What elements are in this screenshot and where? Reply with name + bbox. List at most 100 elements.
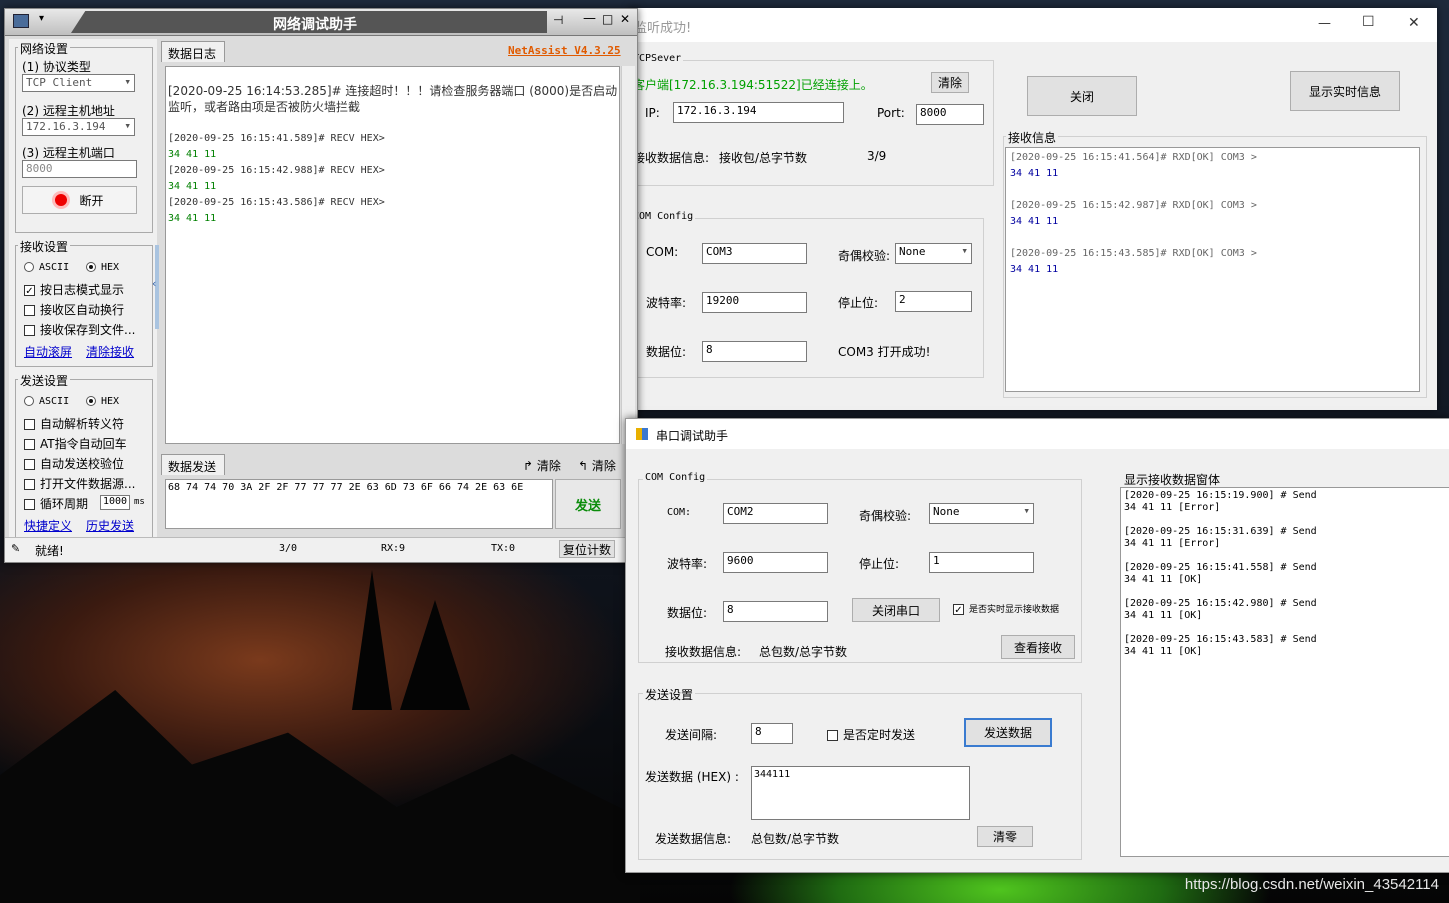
recv-ascii-radio[interactable]: ASCII (24, 260, 69, 273)
ip-input[interactable]: 172.16.3.194 (673, 102, 844, 123)
port-input[interactable]: 8000 (22, 160, 137, 178)
send-button[interactable]: 发送 (555, 479, 621, 529)
display-log-line: 34 41 11 [OK] (1124, 610, 1203, 621)
parity-select[interactable]: None (895, 243, 972, 264)
send-data-input[interactable]: 68 74 74 70 3A 2F 2F 77 77 77 2E 63 6D 7… (165, 479, 553, 529)
checksum-checkbox[interactable]: 自动发送校验位 (24, 455, 124, 472)
display-log-line: 34 41 11 [OK] (1124, 646, 1203, 657)
send-tab[interactable]: 数据发送 (161, 454, 225, 475)
send-info-desc: 总包数/总字节数 (751, 832, 840, 846)
disconnect-button[interactable]: 断开 (22, 186, 137, 214)
serial-com-group-label: COM Config (643, 472, 708, 483)
log-line: [2020-09-25 16:15:41.589]# RECV HEX> (168, 133, 385, 144)
interval-input[interactable]: 8 (751, 723, 793, 744)
file-source-checkbox[interactable]: 打开文件数据源... (24, 475, 135, 492)
maximize-icon[interactable]: □ (602, 12, 613, 26)
clear-send-button[interactable]: ↱ 清除 (523, 457, 561, 474)
port-input[interactable]: 8000 (916, 104, 984, 125)
baud-input[interactable]: 9600 (723, 552, 828, 573)
close-button[interactable]: 关闭 (1027, 76, 1137, 116)
stop-input[interactable]: 2 (895, 291, 972, 312)
mountain-silhouette (0, 690, 640, 903)
clear-zero-button[interactable]: 清零 (977, 826, 1033, 847)
recv-hex-radio[interactable]: HEX (86, 260, 119, 273)
protocol-label: (1) 协议类型 (22, 60, 91, 74)
netassist-titlebar[interactable]: ▾ 网络调试助手 ⊣ — □ ✕ (5, 9, 637, 36)
app-icon (636, 428, 648, 440)
clear-send-label: 清除 (536, 459, 561, 473)
client-connected-msg: 客户端[172.16.3.194:51522]已经连接上。 (633, 78, 873, 92)
parity-select[interactable]: None (929, 503, 1034, 524)
send-ascii-radio[interactable]: ASCII (24, 394, 69, 407)
minimize-icon[interactable]: — (583, 11, 596, 26)
at-cr-checkbox[interactable]: AT指令自动回车 (24, 435, 127, 452)
app-menu-icon[interactable] (13, 14, 29, 28)
escape-checkbox[interactable]: 自动解析转义符 (24, 415, 124, 432)
tree-silhouette (352, 570, 392, 710)
recv-log-line: [2020-09-25 16:15:42.987]# RXD[OK] COM3 … (1010, 200, 1257, 211)
pin-icon[interactable]: ⊣ (553, 13, 563, 27)
cycle-checkbox[interactable]: 循环周期 (24, 495, 88, 512)
protocol-select[interactable]: TCP Client (22, 74, 135, 92)
send-data-button[interactable]: 发送数据 (964, 718, 1052, 747)
close-port-button[interactable]: 关闭串口 (852, 598, 940, 622)
serial-titlebar[interactable]: 串口调试助手 (626, 419, 1449, 449)
host-select[interactable]: 172.16.3.194 (22, 118, 135, 136)
quick-define-link[interactable]: 快捷定义 (24, 517, 72, 534)
send-hex-input[interactable]: 344111 (751, 766, 970, 820)
serial-com-group: COM Config COM: COM2 奇偶校验: None 波特率: 960… (638, 472, 1082, 663)
view-recv-button[interactable]: 查看接收 (1001, 635, 1075, 659)
recv-log-line: 34 41 11 (1010, 264, 1059, 275)
clear-recv-link[interactable]: 清除接收 (86, 343, 134, 360)
clear-button[interactable]: 清除 (931, 72, 969, 93)
send-hex-radio[interactable]: HEX (86, 394, 119, 407)
maximize-icon[interactable]: ☐ (1362, 14, 1375, 30)
port-label: (3) 远程主机端口 (22, 146, 115, 160)
com-label: COM: (667, 507, 692, 518)
stop-input[interactable]: 1 (929, 552, 1034, 573)
com-input[interactable]: COM3 (702, 243, 807, 264)
clear-arrow-icon: ↰ (578, 459, 589, 473)
data-bits-input[interactable]: 8 (702, 341, 807, 362)
recv-log-line: [2020-09-25 16:15:41.564]# RXD[OK] COM3 … (1010, 152, 1257, 163)
recv-info-value: 3/9 (867, 149, 887, 163)
log-area[interactable]: [2020-09-25 16:14:53.285]# 连接超时！！！请检查服务器… (165, 66, 620, 444)
serial-send-group-label: 发送设置 (643, 686, 696, 703)
display-log-line: [2020-09-25 16:15:31.639] # Send (1124, 526, 1317, 537)
timer-send-checkbox[interactable]: 是否定时发送 (827, 726, 915, 743)
data-bits-label: 数据位: (646, 345, 687, 359)
log-scrollbar[interactable]: ⌄ (621, 66, 635, 444)
clear-send-button-2[interactable]: ↰ 清除 (578, 457, 616, 474)
reset-count-button[interactable]: 复位计数 (559, 540, 615, 558)
send-history-link[interactable]: 历史发送 (86, 517, 134, 534)
host-label: (2) 远程主机地址 (22, 104, 115, 118)
tcp-server-group-label: TCPSever (631, 53, 684, 64)
save-to-file-checkbox[interactable]: 接收保存到文件... (24, 321, 135, 338)
data-bits-input[interactable]: 8 (723, 601, 828, 622)
chevron-left-icon[interactable]: ‹ (152, 277, 156, 290)
log-tab[interactable]: 数据日志 (161, 41, 225, 62)
display-log-line: [2020-09-25 16:15:42.980] # Send (1124, 598, 1317, 609)
log-line: [2020-09-25 16:15:42.988]# RECV HEX> (168, 165, 385, 176)
minimize-icon[interactable]: — (1318, 16, 1331, 31)
left-panel: 网络设置 (1) 协议类型 TCP Client (2) 远程主机地址 172.… (9, 39, 157, 539)
log-mode-checkbox[interactable]: ✓ 按日志模式显示 (24, 281, 124, 298)
com-config-group: COM Config COM: COM3 奇偶校验: None 波特率: 192… (630, 211, 984, 378)
realtime-checkbox[interactable]: ✓ 是否实时显示接收数据 (953, 602, 1059, 616)
display-recv-box[interactable]: [2020-09-25 16:15:19.900] # Send 34 41 1… (1120, 487, 1449, 857)
close-icon[interactable]: ✕ (1408, 15, 1420, 31)
close-icon[interactable]: ✕ (620, 12, 630, 26)
dropdown-icon[interactable]: ▾ (39, 13, 44, 24)
show-realtime-button[interactable]: 显示实时信息 (1290, 71, 1400, 111)
baud-input[interactable]: 19200 (702, 292, 807, 313)
recv-info-label: 接收数据信息: (665, 645, 742, 659)
auto-wrap-checkbox[interactable]: 接收区自动换行 (24, 301, 124, 318)
com-input[interactable]: COM2 (723, 503, 828, 524)
data-bits-label: 数据位: (667, 606, 708, 620)
auto-scroll-link[interactable]: 自动滚屏 (24, 343, 72, 360)
server-window: 监听成功! — ☐ ✕ TCPSever 客户端[172.16.3.194:51… (630, 8, 1437, 410)
recv-log-box[interactable]: [2020-09-25 16:15:41.564]# RXD[OK] COM3 … (1005, 147, 1420, 392)
cycle-input[interactable]: 1000 (100, 495, 130, 510)
server-titlebar[interactable]: 监听成功! — ☐ ✕ (630, 8, 1437, 42)
